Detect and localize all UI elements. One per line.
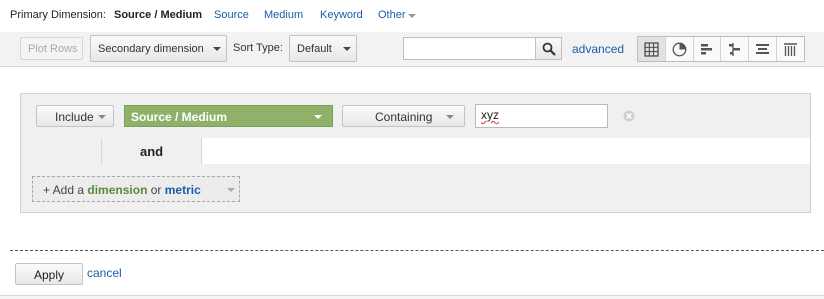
pie-view-button[interactable] — [666, 37, 694, 61]
filter-value-input[interactable]: xyz — [475, 104, 608, 128]
add-metric-word: metric — [164, 183, 201, 197]
divider — [201, 138, 202, 164]
sort-type-value: Default — [297, 43, 332, 55]
table-view-icon — [644, 42, 659, 57]
pivot-view-button[interactable] — [777, 37, 804, 61]
plot-rows-button[interactable]: Plot Rows — [20, 37, 83, 60]
term-cloud-view-icon — [756, 44, 770, 54]
table-toolbar: Plot Rows Secondary dimension Sort Type:… — [0, 32, 824, 67]
other-chevron-down-icon — [408, 14, 416, 18]
search-icon — [542, 42, 556, 56]
primary-dimension-option-source[interactable]: Source — [214, 9, 249, 21]
add-condition-text: + Add a dimension or metric — [43, 183, 201, 197]
add-dimension-word: dimension — [87, 183, 148, 197]
and-label: and — [140, 144, 164, 159]
bar-view-button[interactable] — [694, 37, 722, 61]
remove-condition-icon[interactable] — [623, 110, 635, 122]
filter-value-text: xyz — [481, 108, 499, 122]
add-prefix: + Add a — [43, 183, 85, 197]
search-button[interactable] — [535, 37, 562, 60]
match-type-label: Containing — [375, 110, 433, 124]
table-search-input[interactable] — [403, 37, 536, 60]
table-view-button[interactable] — [638, 37, 666, 61]
dimension-chevron-down-icon — [314, 115, 322, 119]
sort-type-chevron-down-icon — [343, 47, 351, 51]
sort-type-label: Sort Type: — [233, 42, 283, 54]
pie-view-icon — [672, 42, 687, 57]
include-exclude-dropdown[interactable]: Include — [36, 105, 114, 127]
include-label: Include — [55, 110, 94, 124]
add-condition-chevron-down-icon — [227, 188, 235, 192]
sort-type-dropdown[interactable]: Default — [289, 35, 357, 62]
secondary-dimension-label: Secondary dimension — [98, 43, 204, 55]
view-switcher — [637, 36, 805, 62]
secondary-dimension-dropdown[interactable]: Secondary dimension — [90, 35, 227, 62]
cancel-link[interactable]: cancel — [87, 266, 122, 280]
advanced-filter-panel: Include Source / Medium Containing xyz a… — [20, 93, 811, 213]
pivot-view-icon — [784, 43, 798, 56]
add-or-word: or — [150, 183, 162, 197]
separator-gutter-left — [21, 138, 101, 164]
primary-dimension-label: Primary Dimension: — [10, 9, 106, 21]
apply-label: Apply — [34, 268, 65, 282]
primary-dimension-option-keyword[interactable]: Keyword — [320, 9, 363, 21]
comparison-view-icon — [729, 43, 741, 56]
plot-rows-label: Plot Rows — [28, 43, 78, 55]
filter-dimension-dropdown[interactable]: Source / Medium — [124, 105, 333, 127]
bar-view-icon — [700, 44, 712, 55]
match-type-chevron-down-icon — [446, 115, 454, 119]
primary-dimension-bar: Primary Dimension: Source / Medium Sourc… — [0, 0, 824, 32]
filter-condition-row: Include Source / Medium Containing xyz — [21, 94, 810, 139]
include-chevron-down-icon — [98, 115, 106, 119]
advanced-link[interactable]: advanced — [572, 42, 624, 56]
add-dimension-or-metric-dropdown[interactable]: + Add a dimension or metric — [32, 176, 240, 202]
term-cloud-view-button[interactable] — [749, 37, 778, 61]
match-type-dropdown[interactable]: Containing — [342, 105, 465, 127]
filter-dimension-label: Source / Medium — [131, 110, 228, 124]
secondary-dimension-chevron-down-icon — [213, 47, 221, 51]
dotted-divider — [10, 250, 824, 251]
add-condition-row: + Add a dimension or metric — [21, 164, 810, 212]
primary-dimension-current: Source / Medium — [114, 9, 203, 21]
comparison-view-button[interactable] — [721, 37, 750, 61]
table-top-edge — [0, 295, 824, 299]
apply-button[interactable]: Apply — [15, 263, 83, 285]
primary-dimension-option-medium[interactable]: Medium — [264, 9, 303, 21]
primary-dimension-option-other[interactable]: Other — [378, 9, 406, 21]
